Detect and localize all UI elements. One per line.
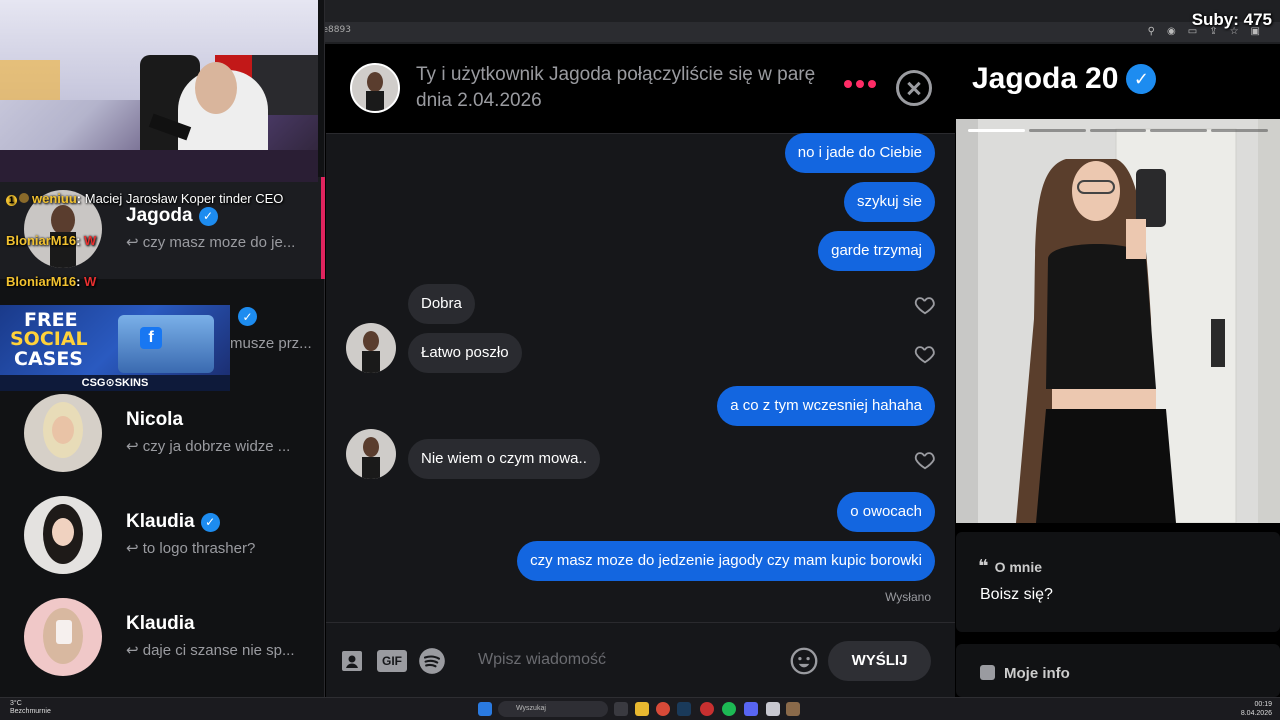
notepad-icon[interactable]	[766, 702, 780, 716]
heart-icon[interactable]	[914, 449, 936, 471]
message-received: Nie wiem o czym mowa..	[408, 439, 600, 479]
message-received: Dobra	[408, 284, 475, 324]
facebook-icon: f	[140, 327, 162, 349]
quote-icon: ❝	[978, 556, 989, 576]
close-icon[interactable]	[896, 70, 932, 106]
emoji-icon[interactable]	[790, 647, 818, 675]
more-options-icon[interactable]	[844, 80, 876, 88]
verified-badge-icon: ✓	[1126, 64, 1157, 94]
sent-status: Wysłano	[885, 590, 931, 604]
message-sent: o owocach	[837, 492, 935, 532]
match-name: Nicola	[126, 409, 184, 430]
discord-icon[interactable]	[744, 702, 758, 716]
webcam-overlay	[0, 0, 318, 182]
avatar	[24, 598, 102, 676]
verified-badge-icon: ✓	[238, 307, 257, 326]
message-sent: a co z tym wczesniej hahaha	[717, 386, 935, 426]
match-date-text: Ty i użytkownik Jagoda połączyliście się…	[416, 64, 816, 111]
about-heading: ❝ O mnie	[978, 556, 1043, 576]
conversation-header: Ty i użytkownik Jagoda połączyliście się…	[326, 44, 955, 134]
match-last-message: musze prz...	[230, 335, 312, 352]
message-sent: czy masz moze do jedzenie jagody czy mam…	[517, 541, 935, 581]
about-section: ❝ O mnie Boisz się?	[956, 532, 1280, 632]
app-icon[interactable]	[700, 702, 714, 716]
chrome-icon[interactable]	[656, 702, 670, 716]
active-app-icon[interactable]	[786, 702, 800, 716]
match-last-message: ↩ czy masz moze do je...	[126, 234, 296, 251]
windows-taskbar: 3°C Bezchmurnie Wyszukaj 00:19 8.04.2026	[0, 697, 1280, 720]
profile-photo[interactable]	[956, 119, 1280, 523]
message-sent: garde trzymaj	[818, 231, 935, 271]
match-item-klaudia-2[interactable]: Klaudia ↩ daje ci szanse nie sp...	[0, 585, 325, 687]
spotify-icon[interactable]	[418, 647, 446, 675]
verified-badge-icon: ✓	[198, 206, 218, 226]
promo-banner: f FREE SOCIAL CASES CSG⊙SKINS	[0, 305, 230, 391]
gif-button[interactable]: GIF	[377, 650, 407, 672]
match-last-message: ↩ daje ci szanse nie sp...	[126, 642, 295, 659]
message-sent: no i jade do Ciebie	[784, 133, 935, 173]
avatar	[24, 496, 102, 574]
weather-widget[interactable]: 3°C Bezchmurnie	[10, 700, 51, 716]
match-name: Klaudia ✓	[126, 511, 220, 533]
info-section[interactable]: Moje info	[956, 644, 1280, 697]
chat-message: BloniarM16: W	[6, 274, 97, 289]
start-icon[interactable]	[478, 702, 492, 716]
task-view-icon[interactable]	[614, 702, 628, 716]
about-text: Boisz się?	[980, 586, 1053, 603]
heart-icon[interactable]	[914, 294, 936, 316]
match-item-nicola[interactable]: Nicola ↩ czy ja dobrze widze ...	[0, 381, 325, 483]
heart-icon[interactable]	[914, 343, 936, 365]
info-card-icon	[980, 665, 995, 680]
avatar[interactable]	[346, 429, 396, 479]
match-last-message: ↩ czy ja dobrze widze ...	[126, 438, 291, 455]
message-input[interactable]: Wpisz wiadomość	[478, 651, 606, 669]
info-heading: Moje info	[1004, 665, 1070, 682]
subs-counter: Suby: 475	[1191, 10, 1272, 29]
match-item-klaudia-1[interactable]: Klaudia ✓ ↩ to logo thrasher?	[0, 483, 325, 585]
location-icon[interactable]: ⚲	[1148, 26, 1155, 37]
promo-brand: CSG⊙SKINS	[0, 375, 230, 391]
avatar[interactable]	[350, 63, 400, 113]
message-sent: szykuj sie	[843, 182, 935, 222]
steam-icon[interactable]	[677, 702, 691, 716]
match-name: ✓	[232, 307, 257, 326]
conversation-panel: Ty i użytkownik Jagoda połączyliście się…	[326, 44, 955, 697]
taskbar-search[interactable]: Wyszukaj	[498, 701, 608, 717]
address-bar[interactable]: le8893 ⚲ ◉ ▭ ⇪ ☆ ▣	[318, 22, 1280, 42]
chat-message: BloniarM16: W	[6, 233, 97, 248]
eye-icon[interactable]: ◉	[1167, 26, 1176, 37]
match-last-message: ↩ to logo thrasher?	[126, 540, 256, 557]
badge-icon	[19, 193, 29, 203]
file-explorer-icon[interactable]	[635, 702, 649, 716]
send-button[interactable]: WYŚLIJ	[828, 641, 931, 681]
message-composer: GIF Wpisz wiadomość WYŚLIJ	[326, 622, 955, 697]
system-clock[interactable]: 00:19 8.04.2026	[1241, 700, 1272, 718]
chat-message: 1 weniuu: Maciej Jarosław Koper tinder CE…	[6, 191, 283, 206]
spotify-taskbar-icon[interactable]	[722, 702, 736, 716]
photo-progress	[968, 129, 1268, 132]
case-box-icon	[118, 315, 214, 373]
profile-photo-image	[956, 119, 1280, 523]
avatar	[24, 394, 102, 472]
contact-card-icon[interactable]	[340, 649, 364, 673]
avatar[interactable]	[346, 323, 396, 373]
sub-badge-icon: 1	[6, 195, 17, 206]
match-name: Klaudia	[126, 613, 195, 634]
match-name: Jagoda ✓	[126, 205, 218, 227]
verified-badge-icon: ✓	[200, 512, 220, 532]
profile-name: Jagoda 20 ✓	[972, 62, 1157, 96]
message-received: Łatwo poszło	[408, 333, 522, 373]
profile-panel: Jagoda 20 ✓ ❝O mnie Boisz się? Moje inf	[956, 44, 1280, 697]
